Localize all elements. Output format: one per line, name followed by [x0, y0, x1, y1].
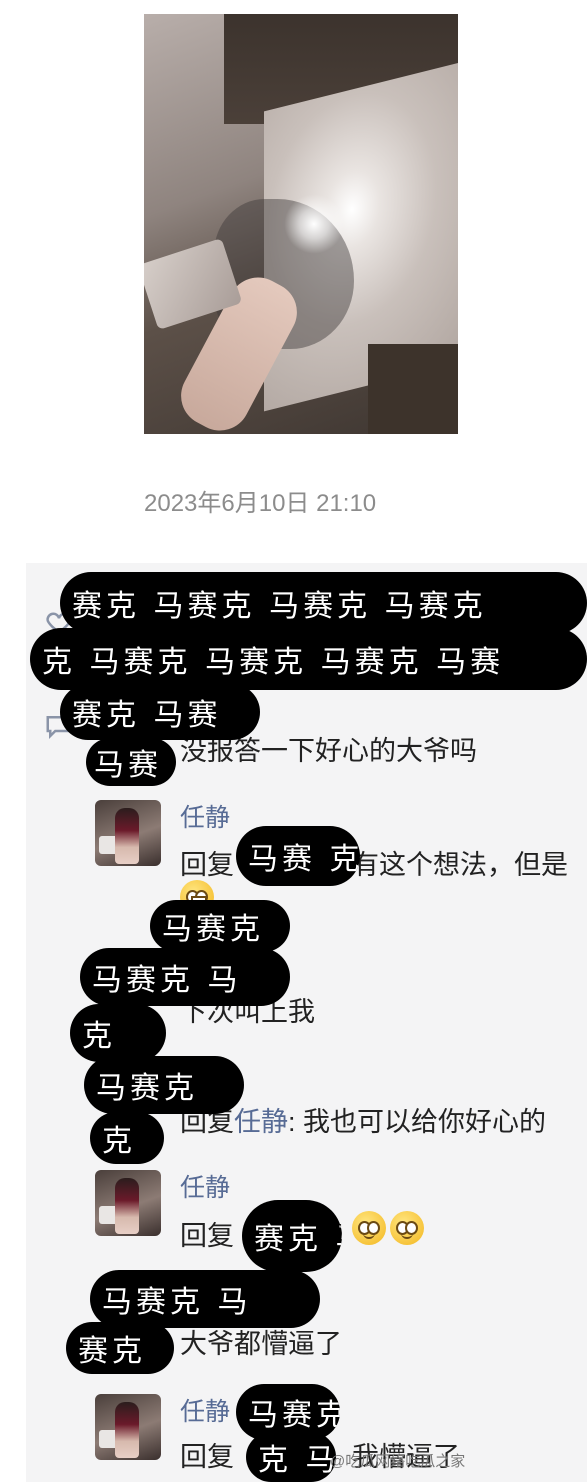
reply-prefix: 回复 [180, 1221, 234, 1251]
redaction-scribble: 马赛 克 [236, 826, 360, 886]
redaction-scribble: 赛克 马赛 [60, 684, 260, 740]
redaction-scribble: 马赛克 [84, 1056, 244, 1114]
comment-text: : 我也可以给你好心的 [288, 1107, 547, 1137]
pleading-emoji-icon [352, 1211, 386, 1245]
photo-light-flare [284, 194, 344, 254]
redaction-scribble: 马赛克 [150, 900, 290, 952]
redaction-scribble: 赛克 [66, 1322, 174, 1374]
redaction-scribble: 克 [90, 1112, 164, 1164]
reply-to-name[interactable]: 任静 [234, 1107, 288, 1137]
redaction-scribble: 克 马赛克 马赛克 马赛克 马赛 [30, 628, 587, 690]
avatar-person [115, 1178, 139, 1234]
redaction-scribble: 马赛克 马 [90, 1270, 320, 1328]
redaction-scribble: 马赛克 马 [80, 948, 290, 1006]
redaction-scribble: 赛克 马 [242, 1200, 342, 1272]
pleading-emoji-icon [390, 1211, 424, 1245]
post-timestamp: 2023年6月10日 21:10 [144, 490, 377, 517]
comment-author[interactable]: 任静 [180, 1168, 230, 1204]
redaction-scribble: 赛克 马赛克 马赛克 马赛克 [60, 572, 587, 634]
comment-author[interactable]: 任静 [180, 1392, 230, 1428]
avatar[interactable] [95, 1394, 161, 1460]
redaction-scribble: 马赛 [86, 738, 176, 786]
redaction-scribble: 克 马 [246, 1432, 336, 1482]
avatar[interactable] [95, 800, 161, 866]
comment-text: 有这个想法，但是 [352, 850, 568, 880]
reply-prefix: 回复 [180, 850, 234, 880]
watermark: @吃瓜网络吃瓜之家 [330, 1453, 466, 1470]
reply-prefix: 回复 [180, 1442, 234, 1472]
comment-author[interactable]: 任静 [180, 798, 230, 834]
avatar-person [115, 808, 139, 864]
photo-dark-corner [368, 344, 458, 434]
redaction-scribble: 克 [70, 1004, 166, 1062]
avatar[interactable] [95, 1170, 161, 1236]
post-photo[interactable] [144, 14, 458, 434]
avatar-person [115, 1402, 139, 1458]
